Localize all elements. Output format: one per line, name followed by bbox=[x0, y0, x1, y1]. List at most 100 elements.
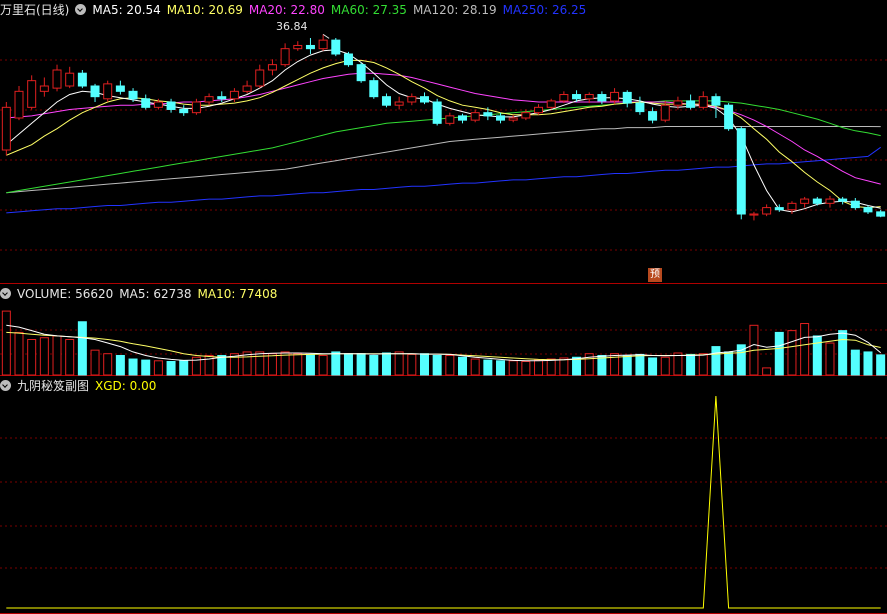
volume-header: VOLUME: 56620 MA5: 62738 MA10: 77408 bbox=[0, 285, 289, 303]
candle-up bbox=[255, 69, 265, 87]
candle-up bbox=[394, 101, 404, 106]
volume-bar-down bbox=[838, 330, 848, 376]
candle-down bbox=[179, 108, 189, 114]
sub-indicator-0: XGD: 0.00 bbox=[95, 379, 157, 393]
price-chart[interactable] bbox=[0, 0, 887, 284]
volume-bar-down bbox=[77, 321, 87, 376]
candle-down bbox=[648, 111, 658, 121]
main-indicator-5: MA250: 26.25 bbox=[502, 3, 587, 17]
candle-up bbox=[546, 100, 556, 108]
volume-bar-down bbox=[648, 357, 658, 376]
candle-down bbox=[356, 64, 366, 82]
candle-down bbox=[711, 96, 721, 106]
candle-up bbox=[242, 85, 252, 92]
candle-up bbox=[153, 101, 163, 108]
candle-down bbox=[850, 200, 860, 209]
ma-line-ma5 bbox=[5, 49, 881, 213]
volume-bar-up bbox=[267, 353, 277, 376]
volume-bar-up bbox=[14, 331, 24, 376]
sub-header: 九阴秘笈副图 XGD: 0.00 bbox=[0, 377, 168, 395]
candle-up bbox=[103, 83, 113, 100]
volume-panel[interactable]: VOLUME: 56620 MA5: 62738 MA10: 77408 bbox=[0, 284, 887, 376]
main-indicator-4: MA120: 28.19 bbox=[412, 3, 497, 17]
candle-down bbox=[432, 101, 442, 124]
candle-up bbox=[698, 96, 708, 108]
sub-indicator-title: 九阴秘笈副图 bbox=[17, 379, 90, 393]
volume-bar-up bbox=[673, 352, 683, 376]
candle-up bbox=[445, 115, 455, 124]
volume-bar-up bbox=[787, 330, 797, 376]
candle-down bbox=[572, 94, 582, 100]
volume-bar-down bbox=[419, 353, 429, 376]
volume-bar-up bbox=[27, 339, 37, 376]
volume-indicator-0: VOLUME: 56620 bbox=[17, 287, 114, 301]
candle-down bbox=[635, 102, 645, 113]
volume-bar-up bbox=[255, 351, 265, 376]
candle-down bbox=[686, 100, 696, 108]
ma-line-ma60 bbox=[6, 100, 881, 194]
volume-bar-down bbox=[305, 353, 315, 376]
xgd-line bbox=[6, 395, 881, 609]
sub-indicator-menu-icon[interactable] bbox=[0, 380, 11, 391]
volume-bar-up bbox=[39, 337, 49, 376]
volume-bar-down bbox=[724, 351, 734, 376]
candle-down bbox=[876, 211, 886, 217]
volume-indicator-1: MA5: 62738 bbox=[119, 287, 192, 301]
candle-up bbox=[521, 112, 531, 119]
volume-bar-down bbox=[179, 360, 189, 376]
candle-down bbox=[141, 98, 151, 108]
volume-bar-up bbox=[318, 354, 328, 376]
forecast-badge[interactable]: 预 bbox=[648, 268, 662, 282]
candle-down bbox=[343, 53, 353, 66]
candle-up bbox=[660, 104, 670, 121]
candle-down bbox=[331, 39, 341, 55]
candle-up bbox=[318, 39, 328, 50]
volume-bar-down bbox=[128, 358, 138, 376]
high-price-label: 36.84 bbox=[276, 20, 308, 33]
candle-down bbox=[166, 101, 176, 110]
volume-bar-down bbox=[369, 354, 379, 376]
volume-bar-down bbox=[812, 335, 822, 376]
volume-bar-up bbox=[103, 353, 113, 376]
candle-down bbox=[305, 44, 315, 50]
volume-bar-down bbox=[774, 331, 784, 376]
price-panel[interactable]: 万里石(日线) MA5: 20.54 MA10: 20.69 MA20: 22.80 M… bbox=[0, 0, 887, 284]
candle-up bbox=[280, 48, 290, 66]
candle-up bbox=[800, 198, 810, 204]
volume-bar-up bbox=[521, 361, 531, 376]
candle-up bbox=[229, 90, 239, 100]
volume-bar-down bbox=[381, 352, 391, 376]
main-indicator-0: MA5: 20.54 bbox=[92, 3, 161, 17]
volume-bar-down bbox=[331, 351, 341, 376]
volume-bar-down bbox=[876, 354, 886, 376]
volume-bar-up bbox=[534, 359, 544, 376]
volume-bar-up bbox=[394, 351, 404, 376]
candle-up bbox=[825, 198, 835, 204]
volume-bar-up bbox=[470, 358, 480, 376]
volume-bar-up bbox=[546, 358, 556, 376]
candle-up bbox=[204, 96, 214, 103]
main-indicator-3: MA60: 27.35 bbox=[330, 3, 407, 17]
sub-indicator-chart[interactable] bbox=[0, 376, 887, 614]
sub-indicator-panel[interactable]: 九阴秘笈副图 XGD: 0.00 bbox=[0, 376, 887, 614]
volume-bar-up bbox=[559, 357, 569, 376]
volume-bar-down bbox=[356, 353, 366, 376]
candle-up bbox=[52, 69, 62, 89]
volume-bar-down bbox=[432, 354, 442, 376]
candle-down bbox=[217, 96, 227, 100]
candle-down bbox=[115, 85, 125, 92]
volume-bar-down bbox=[622, 354, 632, 376]
candle-down bbox=[483, 112, 493, 117]
volume-bar-up bbox=[52, 335, 62, 376]
volume-bar-down bbox=[166, 361, 176, 376]
volume-bar-up bbox=[407, 353, 417, 376]
candle-up bbox=[673, 100, 683, 106]
candle-up bbox=[610, 91, 620, 102]
volume-bar-down bbox=[217, 354, 227, 376]
candle-up bbox=[749, 213, 759, 216]
volume-bar-up bbox=[90, 349, 100, 376]
volume-menu-icon[interactable] bbox=[0, 288, 11, 299]
indicator-menu-icon[interactable] bbox=[75, 4, 87, 15]
stock-name: 万里石(日线) bbox=[0, 3, 70, 17]
candle-down bbox=[419, 96, 429, 103]
